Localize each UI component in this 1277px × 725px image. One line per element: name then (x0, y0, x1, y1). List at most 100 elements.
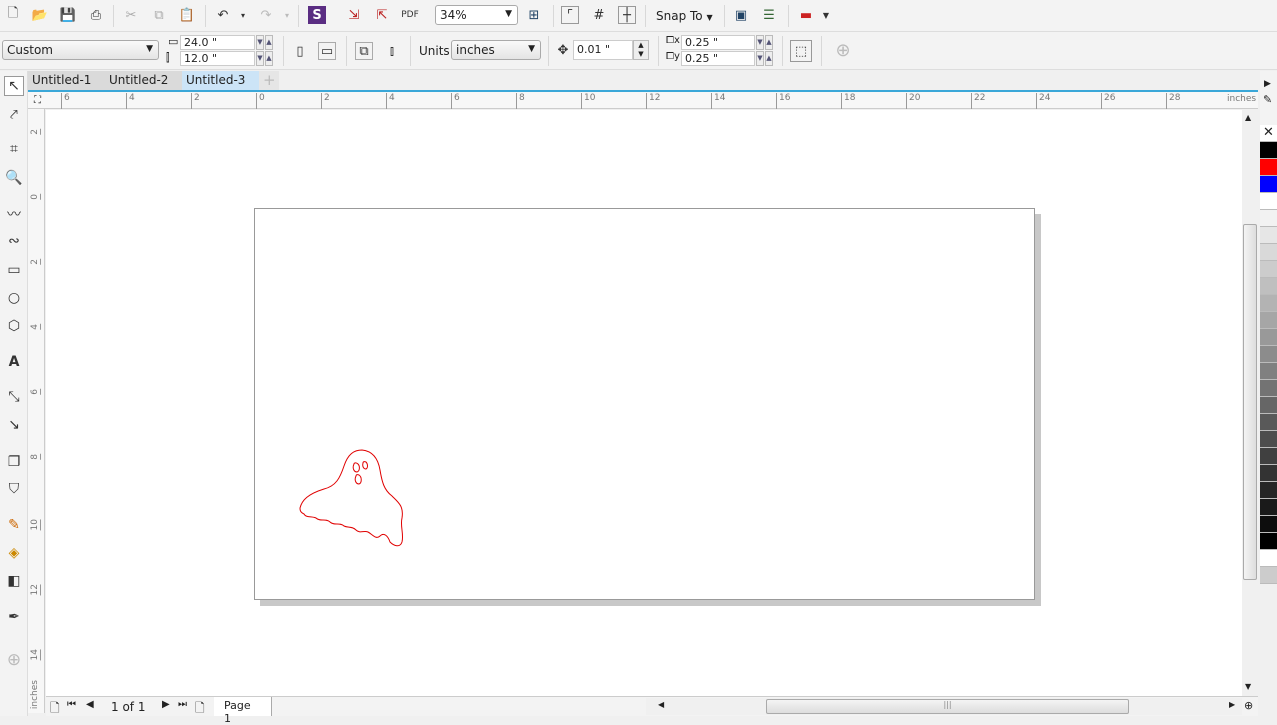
all-pages-icon[interactable]: ⧉ (355, 42, 373, 60)
color-swatch[interactable] (1260, 278, 1277, 295)
color-swatch[interactable] (1260, 414, 1277, 431)
color-swatch[interactable] (1260, 431, 1277, 448)
color-swatch[interactable] (1260, 210, 1277, 227)
color-swatch[interactable] (1260, 482, 1277, 499)
portrait-icon[interactable]: ▯ (291, 42, 309, 60)
no-color-swatch[interactable]: ✕ (1260, 125, 1277, 142)
paste-icon[interactable]: 📋 (178, 6, 196, 24)
color-swatch[interactable] (1260, 499, 1277, 516)
new-tab-button[interactable]: + (259, 71, 279, 90)
zoom-navigator-icon[interactable]: ⊕ (1244, 699, 1253, 712)
vertical-scroll-thumb[interactable] (1243, 224, 1257, 580)
vertical-scrollbar[interactable]: ▲ ▼ (1242, 110, 1258, 696)
scroll-up-icon[interactable]: ▲ (1245, 113, 1251, 122)
horizontal-ruler[interactable]: 6 4 2 0 2 4 6 8 10 12 14 16 18 20 22 24 26 28 (28, 92, 1258, 109)
rectangle-tool-icon[interactable]: ▭ (4, 260, 24, 280)
rulers-icon[interactable]: ⌜ (561, 6, 579, 24)
next-page-icon[interactable]: ▶ (162, 699, 170, 710)
add-tool-icon[interactable]: ⊕ (4, 650, 24, 670)
ghost-drawing[interactable] (296, 446, 408, 550)
dup-y-spinner[interactable]: ▼ ▲ (756, 51, 774, 66)
undo-dropdown-icon[interactable]: ▾ (234, 6, 252, 24)
color-swatch[interactable] (1260, 380, 1277, 397)
color-swatch[interactable] (1260, 550, 1277, 567)
undo-icon[interactable]: ↶ (214, 6, 232, 24)
welcome-screen-icon[interactable]: ▣ (732, 6, 750, 24)
new-document-icon[interactable]: 🗋 (4, 6, 22, 24)
redo-dropdown-icon[interactable]: ▾ (278, 6, 296, 24)
redo-icon[interactable]: ↷ (257, 6, 275, 24)
treat-as-filled-icon[interactable]: ⬚ (790, 40, 812, 62)
page-height-field[interactable]: 12.0 " (180, 51, 255, 66)
color-swatch[interactable] (1260, 312, 1277, 329)
shape-tool-icon[interactable]: ⤤ (4, 105, 24, 125)
zoom-level-combo[interactable]: 34% ▼ (435, 5, 518, 25)
crop-tool-icon[interactable]: ⌗ (4, 139, 24, 159)
units-combo[interactable]: inches ▼ (451, 40, 541, 60)
cut-icon[interactable]: ✂ (122, 6, 140, 24)
color-swatch[interactable] (1260, 448, 1277, 465)
color-swatch[interactable] (1260, 465, 1277, 482)
page-size-combo[interactable]: Custom ▼ (2, 40, 159, 60)
color-swatch[interactable] (1260, 363, 1277, 380)
previous-page-icon[interactable]: ◀ (86, 699, 94, 710)
eyedropper-icon[interactable]: ✎ (1263, 93, 1272, 106)
color-swatch[interactable] (1260, 533, 1277, 550)
full-screen-preview-icon[interactable]: ⊞ (525, 6, 543, 24)
drop-shadow-icon[interactable]: ❐ (4, 452, 24, 472)
chevron-down-icon[interactable]: ▼ (817, 6, 835, 24)
options-icon[interactable]: ☰ (760, 6, 778, 24)
nudge-spinner[interactable]: ▲ ▼ (633, 40, 649, 60)
smart-fill-icon[interactable]: ◧ (4, 571, 24, 591)
color-swatch[interactable] (1260, 295, 1277, 312)
color-swatch[interactable] (1260, 142, 1277, 159)
horizontal-scroll-thumb[interactable]: ||| (766, 699, 1129, 714)
color-swatch[interactable] (1260, 516, 1277, 533)
color-swatch[interactable] (1260, 193, 1277, 210)
palette-flyout-icon[interactable]: ▶ (1264, 79, 1271, 89)
duplicate-x-field[interactable]: 0.25 " (681, 35, 755, 50)
zoom-tool-icon[interactable]: 🔍 (4, 168, 24, 188)
tab-untitled-2[interactable]: Untitled-2 (105, 71, 182, 90)
publish-pdf-icon[interactable]: PDF (401, 6, 419, 24)
current-page-icon[interactable]: ⫾ (383, 42, 401, 60)
connector-tool-icon[interactable]: ↘ (4, 415, 24, 435)
print-icon[interactable]: ⎙ (87, 6, 105, 24)
scroll-down-icon[interactable]: ▼ (1245, 682, 1251, 691)
height-spinner[interactable]: ▼ ▲ (256, 51, 274, 66)
last-page-icon[interactable]: ⏭ (178, 699, 187, 710)
color-swatch[interactable] (1260, 261, 1277, 278)
transparency-icon[interactable]: ⛉ (4, 479, 24, 499)
color-swatch[interactable] (1260, 567, 1277, 584)
add-page-after-icon[interactable]: 🗋 (195, 699, 205, 720)
color-swatch[interactable] (1260, 329, 1277, 346)
interactive-fill-icon[interactable]: ◈ (4, 543, 24, 563)
pick-tool-icon[interactable]: ↖ (4, 76, 24, 96)
color-swatch[interactable] (1260, 397, 1277, 414)
vertical-ruler[interactable]: 2 0 2 4 6 8 10 12 14 (28, 109, 45, 713)
application-launcher-icon[interactable]: ▬ (797, 6, 815, 24)
freehand-tool-icon[interactable]: 〰 (4, 204, 24, 224)
first-page-icon[interactable]: ⏮ (67, 699, 76, 710)
open-icon[interactable]: 📂 (31, 6, 49, 24)
ruler-origin-icon[interactable]: ⛶ (34, 95, 41, 106)
drawing-canvas[interactable] (46, 110, 1242, 696)
dimension-tool-icon[interactable]: ⤡ (4, 387, 24, 407)
tab-untitled-3[interactable]: Untitled-3 (182, 71, 259, 90)
tab-untitled-1[interactable]: Untitled-1 (28, 71, 105, 90)
duplicate-y-field[interactable]: 0.25 " (681, 51, 755, 66)
grid-icon[interactable]: # (590, 6, 608, 24)
export-icon[interactable]: ⇱ (373, 6, 391, 24)
ellipse-tool-icon[interactable]: ○ (4, 288, 24, 308)
snap-to-button[interactable]: Snap To ▼ (656, 9, 713, 23)
corel-connect-icon[interactable]: S (308, 6, 326, 24)
width-spinner[interactable]: ▼ ▲ (256, 35, 274, 50)
outline-pen-icon[interactable]: ✒ (4, 607, 24, 627)
scroll-right-icon[interactable]: ▶ (1229, 700, 1235, 709)
color-swatch[interactable] (1260, 176, 1277, 193)
nudge-distance-field[interactable]: 0.01 " (573, 40, 633, 60)
add-icon[interactable]: ⊕ (834, 40, 852, 61)
copy-icon[interactable]: ⧉ (150, 6, 168, 24)
polygon-tool-icon[interactable]: ⬡ (4, 316, 24, 336)
page-width-field[interactable]: 24.0 " (180, 35, 255, 50)
